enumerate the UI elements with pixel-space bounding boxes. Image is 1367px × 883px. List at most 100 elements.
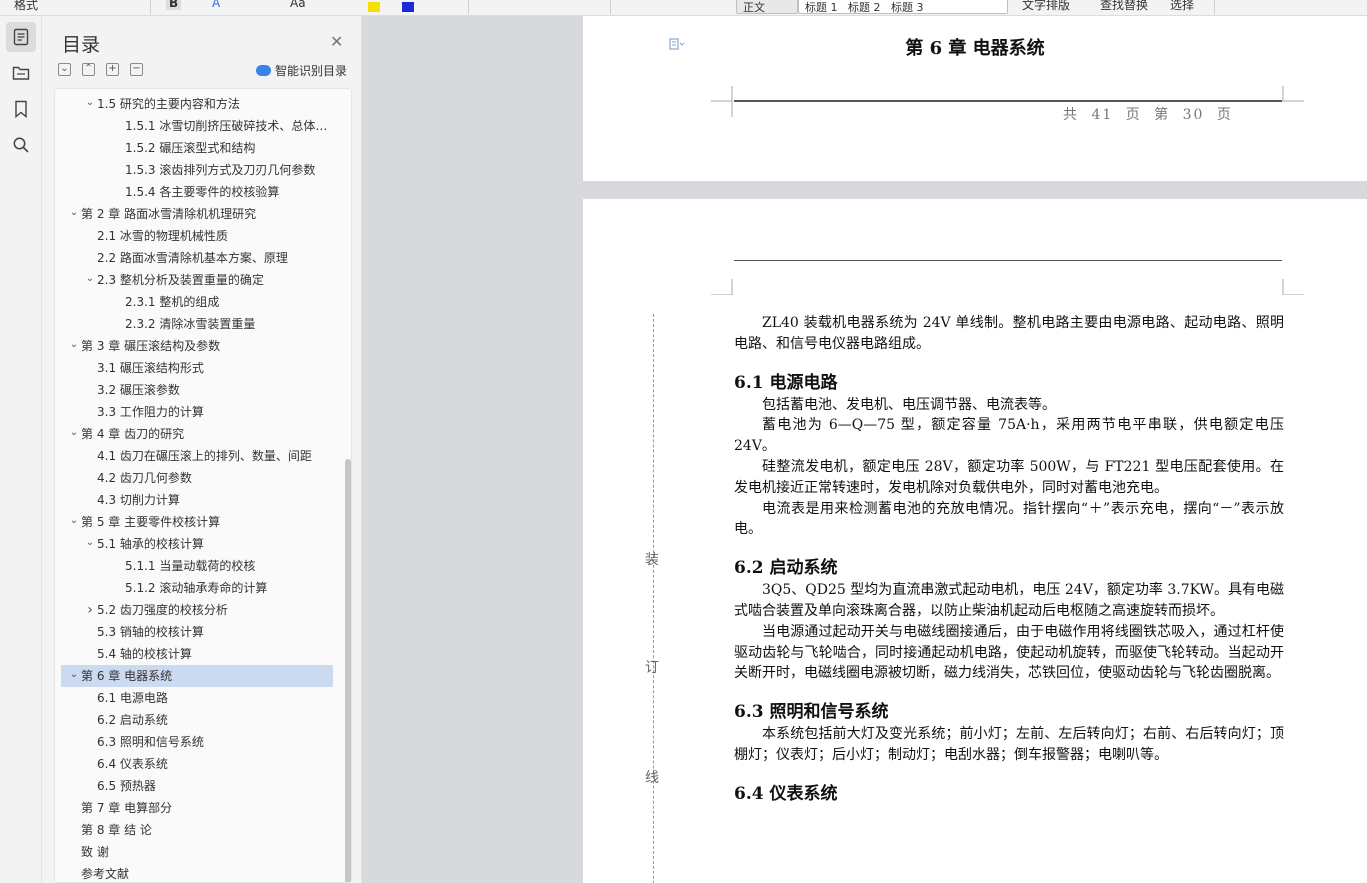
chevron-down-icon[interactable]: ⌄: [67, 203, 81, 224]
toc-item-label: 第 2 章 路面冰雪清除机机理研究: [81, 207, 257, 221]
toc-item[interactable]: 1.5.3 滚齿排列方式及刀刃几何参数: [61, 159, 333, 181]
outline-icon[interactable]: [6, 22, 36, 52]
page-30: 第 6 章 电器系统 共 41 页 第 30 页: [583, 16, 1367, 181]
chevron-down-icon[interactable]: ⌄: [67, 423, 81, 444]
chapter-header: 第 6 章 电器系统: [905, 38, 1045, 59]
toc-item[interactable]: ⌄ 第 3 章 碾压滚结构及参数: [61, 335, 333, 357]
chevron-down-icon[interactable]: ⌄: [83, 533, 97, 554]
toc-item[interactable]: 3.1 碾压滚结构形式: [61, 357, 333, 379]
chevron-down-icon[interactable]: ⌄: [83, 93, 97, 114]
expand-up-icon[interactable]: ⌃: [82, 63, 95, 76]
toc-item[interactable]: 1.5.4 各主要零件的校核验算: [61, 181, 333, 203]
find-replace-button[interactable]: 查找替换: [1100, 0, 1148, 13]
toc-item[interactable]: 4.2 齿刀几何参数: [61, 467, 333, 489]
navigation-rail: [0, 16, 42, 883]
toc-item[interactable]: 参考文献: [61, 863, 333, 882]
toc-item[interactable]: 2.1 冰雪的物理机械性质: [61, 225, 333, 247]
body-paragraph: 蓄电池为 6—Q—75 型，额定容量 75A·h，采用两节电平串联，供电额定电压…: [734, 417, 1284, 455]
body-paragraph: 电流表是用来检测蓄电池的充放电情况。指针摆向“＋”表示充电，摆向“－”表示放电。: [734, 500, 1284, 538]
document-structure-icon[interactable]: [6, 58, 36, 88]
toc-item[interactable]: › 5.2 齿刀强度的校核分析: [61, 599, 333, 621]
toc-item[interactable]: ⌄ 第 6 章 电器系统: [61, 665, 333, 687]
toc-item[interactable]: 第 7 章 电算部分: [61, 797, 333, 819]
font-size-button[interactable]: Aa: [290, 0, 306, 10]
toc-item[interactable]: ⌄ 5.1 轴承的校核计算: [61, 533, 333, 555]
toc-item[interactable]: ⌄ 第 5 章 主要零件校核计算: [61, 511, 333, 533]
close-icon[interactable]: ✕: [330, 34, 343, 50]
toc-item[interactable]: 1.5.1 冰雪切削挤压破碎技术、总体方 ...: [61, 115, 333, 137]
section-heading: 6.4 仪表系统: [734, 783, 838, 804]
sections: 6.1 电源电路 包括蓄电池、发电机、电压调节器、电流表等。 蓄电池为 6—Q—75…: [734, 371, 1284, 806]
header-rule: [734, 260, 1282, 261]
toc-item[interactable]: ⌄ 1.5 研究的主要内容和方法: [61, 93, 333, 115]
bookmark-icon[interactable]: [6, 94, 36, 124]
toc-item[interactable]: 3.2 碾压滚参数: [61, 379, 333, 401]
body-paragraph: 本系统包括前大灯及变光系统；前小灯；左前、左后转向灯；右前、右后转向灯；顶棚灯；…: [734, 726, 1284, 763]
toc-item-label: 第 7 章 电算部分: [81, 801, 173, 815]
toc-item[interactable]: 4.1 齿刀在碾压滚上的排列、数量、间距: [61, 445, 333, 467]
toc-item[interactable]: 6.5 预热器: [61, 775, 333, 797]
style-gallery[interactable]: 标题 1 标题 2 标题 3: [798, 0, 1008, 14]
body-paragraph: 当电源通过起动开关与电磁线圈接通后，由于电磁作用将线圈铁芯吸入，通过杠杆使驱动齿…: [734, 623, 1284, 682]
toc-item[interactable]: 6.2 启动系统: [61, 709, 333, 731]
toc-item[interactable]: 2.3.2 清除冰雪装置重量: [61, 313, 333, 335]
toc-item[interactable]: 5.1.1 当量动载荷的校核: [61, 555, 333, 577]
toc-item[interactable]: 第 8 章 结 论: [61, 819, 333, 841]
search-icon[interactable]: [6, 130, 36, 160]
toc-item-label: 6.1 电源电路: [97, 691, 168, 705]
margin-corner-mark: [731, 101, 733, 117]
toolbar-divider: [610, 0, 611, 14]
toc-item[interactable]: 6.1 电源电路: [61, 687, 333, 709]
select-button[interactable]: 选择: [1170, 0, 1194, 13]
format-painter-button[interactable]: 格式: [14, 0, 38, 13]
toc-item[interactable]: 2.3.1 整机的组成: [61, 291, 333, 313]
ribbon-toolbar: 格式 B A Aa 正文 标题 1 标题 2 标题 3 文字排版 查找替换 选择: [0, 0, 1367, 16]
text-layout-button[interactable]: 文字排版: [1022, 0, 1070, 13]
toc-item-label: 2.1 冰雪的物理机械性质: [97, 229, 228, 243]
chevron-right-icon[interactable]: ›: [83, 599, 97, 621]
toolbar-divider: [468, 0, 469, 14]
chevron-down-icon[interactable]: ⌄: [83, 269, 97, 290]
style-heading2[interactable]: 标题 2: [848, 1, 881, 13]
margin-corner-mark: [711, 279, 733, 295]
collapse-all-icon[interactable]: ⌄: [58, 63, 71, 76]
ai-recognize-toc-button[interactable]: 智能识别目录: [256, 62, 347, 79]
toc-item-label: 4.2 齿刀几何参数: [97, 471, 192, 485]
toc-item[interactable]: 6.4 仪表系统: [61, 753, 333, 775]
chevron-down-icon[interactable]: ⌄: [67, 335, 81, 356]
highlight-color-swatch[interactable]: [368, 2, 380, 12]
toc-item[interactable]: 2.2 路面冰雪清除机基本方案、原理: [61, 247, 333, 269]
toc-item[interactable]: ⌄ 第 2 章 路面冰雪清除机机理研究: [61, 203, 333, 225]
toc-item[interactable]: 4.3 切削力计算: [61, 489, 333, 511]
toc-item-label: 第 6 章 电器系统: [81, 669, 173, 683]
toc-item-label: 第 8 章 结 论: [81, 823, 152, 837]
intro-paragraph: ZL40 装载机电器系统为 24V 单线制。整机电路主要由电源电路、起动电路、照…: [734, 315, 1284, 352]
toc-item-label: 第 5 章 主要零件校核计算: [81, 515, 221, 529]
document-body[interactable]: ZL40 装载机电器系统为 24V 单线制。整机电路主要由电源电路、起动电路、照…: [734, 313, 1284, 806]
toc-item[interactable]: ⌄ 2.3 整机分析及装置重量的确定: [61, 269, 333, 291]
toc-item[interactable]: 3.3 工作阻力的计算: [61, 401, 333, 423]
style-heading3[interactable]: 标题 3: [891, 1, 924, 13]
binding-mark: 订: [645, 660, 659, 676]
toc-scrollbar[interactable]: [345, 459, 351, 882]
toc-item[interactable]: 1.5.2 碾压滚型式和结构: [61, 137, 333, 159]
toc-item[interactable]: 5.4 轴的校核计算: [61, 643, 333, 665]
style-heading1[interactable]: 标题 1: [805, 1, 838, 13]
toolbar-divider: [1214, 0, 1215, 14]
toc-item[interactable]: 致 谢: [61, 841, 333, 863]
toc-item-label: 3.3 工作阻力的计算: [97, 405, 204, 419]
toc-item[interactable]: 5.3 销轴的校核计算: [61, 621, 333, 643]
bold-button[interactable]: B: [166, 0, 182, 10]
toc-item[interactable]: 6.3 照明和信号系统: [61, 731, 333, 753]
toc-item[interactable]: ⌄ 第 4 章 齿刀的研究: [61, 423, 333, 445]
toc-item-label: 致 谢: [81, 845, 109, 859]
toc-item[interactable]: 5.1.2 滚动轴承寿命的计算: [61, 577, 333, 599]
remove-heading-icon[interactable]: −: [130, 63, 143, 76]
chevron-down-icon[interactable]: ⌄: [67, 665, 81, 686]
add-heading-icon[interactable]: +: [106, 63, 119, 76]
body-paragraph: 3Q5、QD25 型均为直流串激式起动电机，电压 24V，额定功率 3.7KW。…: [734, 582, 1284, 619]
style-normal-button[interactable]: 正文: [736, 0, 798, 14]
font-color-swatch[interactable]: [402, 2, 414, 12]
font-color-button[interactable]: A: [212, 0, 220, 10]
chevron-down-icon[interactable]: ⌄: [67, 511, 81, 532]
